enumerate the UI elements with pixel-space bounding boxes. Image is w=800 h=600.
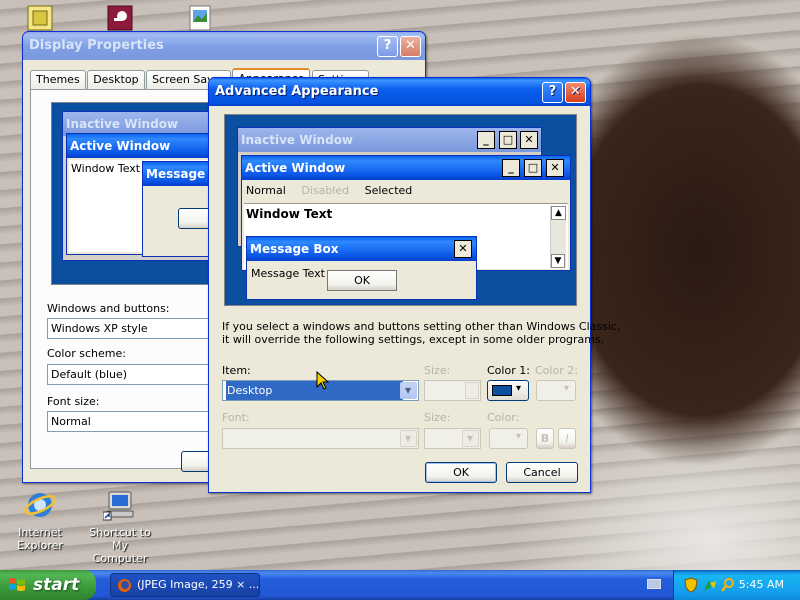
chevron-down-icon: ▾ xyxy=(516,383,522,394)
italic-button[interactable]: I xyxy=(558,428,576,449)
close-icon: ✕ xyxy=(454,240,472,258)
security-shield-icon[interactable] xyxy=(684,577,698,593)
menu-disabled: Disabled xyxy=(301,184,350,197)
item-size-spinner[interactable] xyxy=(424,380,481,401)
font-select[interactable] xyxy=(222,428,419,449)
desktop-icon-label: Shortcut to My xyxy=(89,526,151,552)
scroll-up-icon: ▲ xyxy=(551,206,566,220)
maximize-icon: □ xyxy=(524,159,542,177)
clock[interactable]: 5:45 AM xyxy=(739,570,784,600)
color-scheme-label: Color scheme: xyxy=(47,347,126,360)
minimize-icon: _ xyxy=(477,131,495,149)
color2-picker[interactable]: ▾ xyxy=(536,380,576,401)
font-size-select[interactable] xyxy=(424,428,481,449)
window-title: Display Properties xyxy=(29,38,164,53)
cancel-button[interactable]: Cancel xyxy=(506,462,578,483)
item-value: Desktop xyxy=(226,381,403,400)
image-file-icon xyxy=(189,5,211,31)
window-title: Advanced Appearance xyxy=(215,84,379,99)
preview-scrollbar: ▲ ▼ xyxy=(550,206,566,268)
font-color-label: Color: xyxy=(487,411,520,424)
system-tray: 5:45 AM xyxy=(673,570,800,600)
close-icon: ✕ xyxy=(520,131,538,149)
font-label: Font: xyxy=(222,411,250,424)
desktop-icon-partial-2[interactable] xyxy=(106,4,136,34)
maximize-icon: □ xyxy=(499,131,517,149)
color1-label: Color 1: xyxy=(487,364,530,377)
item-label: Item: xyxy=(222,364,251,377)
desktop-icon-label: Computer xyxy=(92,552,148,565)
chevron-down-icon[interactable] xyxy=(462,429,479,448)
desktop-icon-label: Internet xyxy=(18,526,62,539)
preview-inactive-title: Inactive Window xyxy=(238,128,541,152)
display-properties-titlebar[interactable]: Display Properties ? ✕ xyxy=(23,32,425,60)
desktop-icon-label: Explorer xyxy=(17,539,63,552)
menu-normal: Normal xyxy=(246,184,286,197)
tab-themes[interactable]: Themes xyxy=(30,70,86,90)
item-size-label: Size: xyxy=(424,364,451,377)
taskbar-item-jpeg-image[interactable]: (JPEG Image, 259 × ... xyxy=(110,573,260,597)
color1-swatch xyxy=(492,385,512,396)
windows-and-buttons-value: Windows XP style xyxy=(51,322,148,335)
desktop-icon-my-computer[interactable]: Shortcut to My Computer xyxy=(80,488,160,565)
start-button[interactable]: start xyxy=(0,570,96,600)
tab-desktop[interactable]: Desktop xyxy=(87,70,145,90)
advanced-appearance-window: Advanced Appearance ? ✕ Inactive Window … xyxy=(208,77,620,493)
internet-explorer-icon xyxy=(23,488,57,522)
close-button[interactable]: ✕ xyxy=(400,36,421,57)
font-color-picker[interactable]: ▾ xyxy=(489,428,528,449)
firefox-icon xyxy=(118,579,131,592)
windows-flag-icon xyxy=(9,578,25,591)
advanced-preview: Inactive Window _ □ ✕ Active Window _ □ … xyxy=(224,114,577,306)
close-icon: ✕ xyxy=(546,159,564,177)
help-button[interactable]: ? xyxy=(542,82,563,103)
font-size-value: Normal xyxy=(51,415,91,428)
chevron-down-icon: ▾ xyxy=(564,383,570,394)
menu-selected: Selected xyxy=(364,184,413,197)
taskbar-item-label: (JPEG Image, 259 × ... xyxy=(137,578,260,591)
chevron-down-icon: ▾ xyxy=(516,431,522,442)
preview-message-box: Message Box ✕ Message Text OK xyxy=(246,236,477,300)
close-button[interactable]: ✕ xyxy=(565,82,586,103)
ok-button[interactable]: OK xyxy=(425,462,497,483)
preview-msgbox-ok: OK xyxy=(327,270,397,291)
minimize-icon: _ xyxy=(502,159,520,177)
desktop-icon-partial-1[interactable] xyxy=(26,4,56,34)
color-scheme-value: Default (blue) xyxy=(51,368,128,381)
preview-menu-bar: Normal Disabled Selected xyxy=(246,184,412,197)
spinner-icon xyxy=(465,382,479,399)
document-icon xyxy=(27,5,53,31)
keyboard-icon[interactable] xyxy=(647,579,661,589)
chevron-down-icon[interactable] xyxy=(400,381,417,400)
help-button[interactable]: ? xyxy=(377,36,398,57)
preview-msgbox-text: Message Text xyxy=(251,267,325,280)
scroll-down-icon: ▼ xyxy=(551,254,565,268)
color2-label: Color 2: xyxy=(535,364,578,377)
network-icon[interactable] xyxy=(702,577,718,593)
advanced-appearance-titlebar[interactable]: Advanced Appearance ? ✕ xyxy=(209,78,590,106)
start-label: start xyxy=(33,575,80,595)
mouse-cursor-icon xyxy=(316,371,330,390)
preview-active-title: Active Window xyxy=(242,156,570,180)
info-text-line2: it will override the following settings,… xyxy=(222,333,605,346)
taskbar: start (JPEG Image, 259 × ... 5:45 AM xyxy=(0,570,800,600)
font-size-label: Font size: xyxy=(47,395,100,408)
windows-and-buttons-label: Windows and buttons: xyxy=(47,302,170,315)
desktop-icon-partial-3[interactable] xyxy=(186,4,216,34)
search-icon[interactable] xyxy=(720,577,736,593)
preview-msgbox-title: Message Box xyxy=(247,237,476,261)
key-icon xyxy=(107,5,133,31)
info-text-line1: If you select a windows and buttons sett… xyxy=(222,320,621,333)
my-computer-icon xyxy=(102,488,137,522)
preview-window-text: Window Text xyxy=(246,207,333,221)
chevron-down-icon[interactable] xyxy=(400,429,417,448)
font-size-label: Size: xyxy=(424,411,451,424)
bold-button[interactable]: B xyxy=(536,428,554,449)
color1-picker[interactable]: ▾ xyxy=(487,380,529,401)
desktop-icon-internet-explorer[interactable]: Internet Explorer xyxy=(0,488,80,552)
